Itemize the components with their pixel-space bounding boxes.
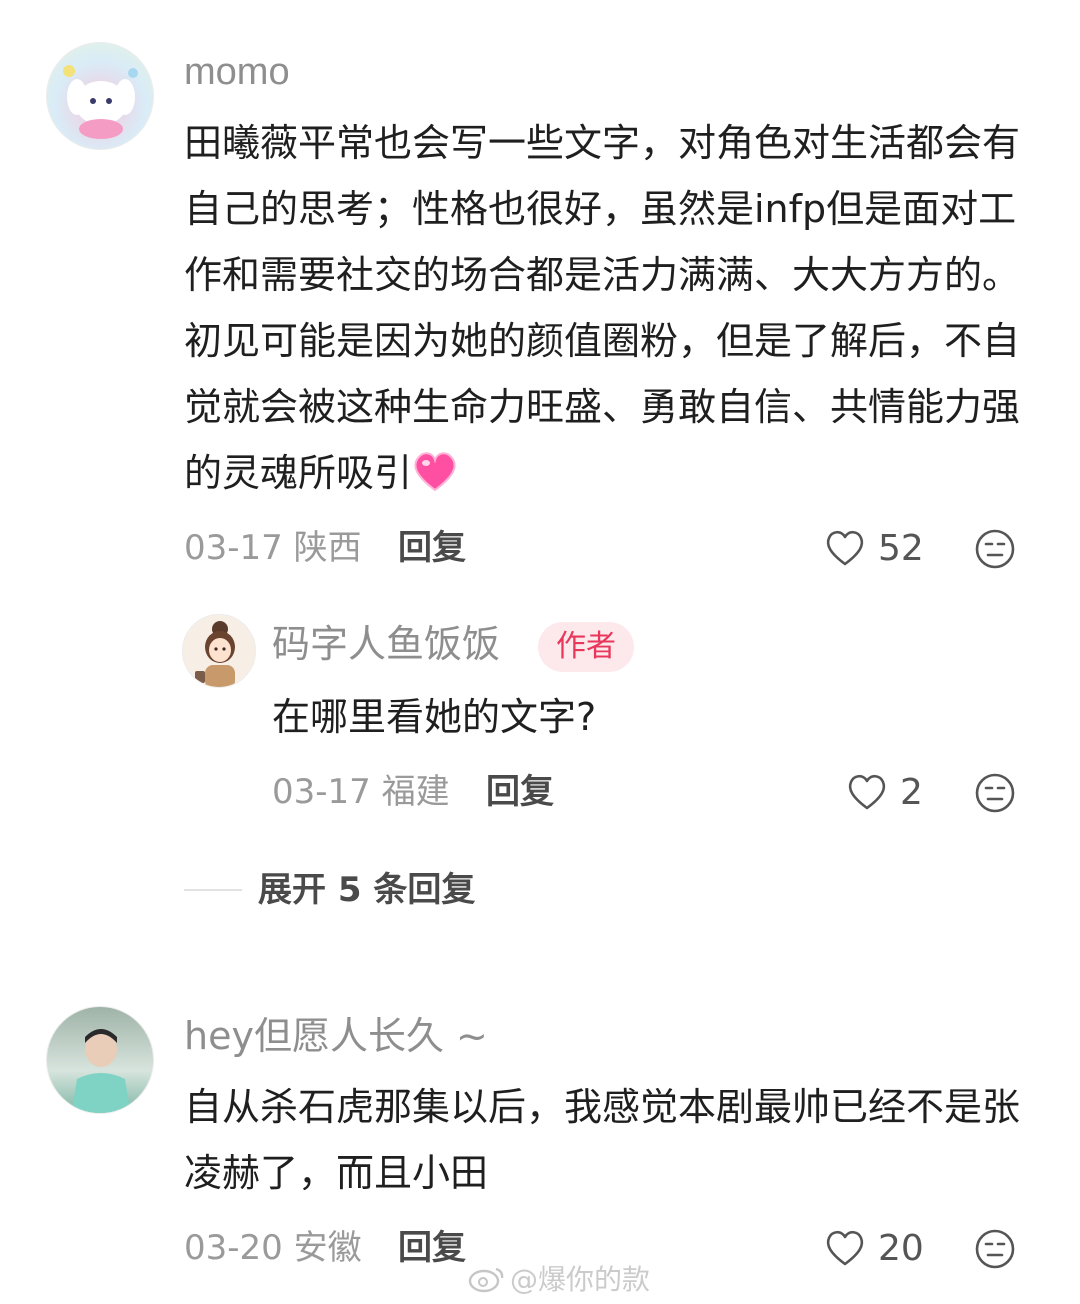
like-button[interactable]: 2 xyxy=(846,770,923,814)
dislike-face-icon[interactable] xyxy=(974,1228,1016,1270)
user-avatar[interactable] xyxy=(46,42,154,150)
like-count: 52 xyxy=(878,527,924,569)
reply-button[interactable]: 回复 xyxy=(398,526,466,570)
username[interactable]: hey但愿人长久 ~ xyxy=(184,1014,488,1058)
date-location: 03-17 福建 xyxy=(272,772,450,812)
username[interactable]: 码字人鱼饭饭 xyxy=(272,622,500,666)
comment-text: 在哪里看她的文字? xyxy=(272,695,597,739)
expand-replies-button[interactable]: 展开 5 条回复 xyxy=(258,868,475,912)
reply-button[interactable]: 回复 xyxy=(398,1226,466,1270)
cartoon-puppy-icon xyxy=(63,65,138,139)
heart-outline-icon xyxy=(826,1230,864,1266)
dislike-face-icon[interactable] xyxy=(974,772,1016,814)
date-location: 03-17 陕西 xyxy=(184,528,362,568)
reply-button[interactable]: 回复 xyxy=(486,770,554,814)
person-photo-icon xyxy=(71,1029,131,1113)
heart-outline-icon xyxy=(826,530,864,566)
pink-heart-icon xyxy=(414,452,456,492)
comment-text: 田曦薇平常也会写一些文字，对角色对生活都会有自己的思考；性格也很好，虽然是inf… xyxy=(184,110,1034,506)
watermark: @爆你的款 xyxy=(468,1258,650,1298)
like-count: 20 xyxy=(878,1227,924,1269)
author-badge: 作者 xyxy=(538,622,634,672)
weibo-logo-icon xyxy=(468,1267,504,1293)
date-location: 03-20 安徽 xyxy=(184,1228,362,1268)
comment-text-content: 田曦薇平常也会写一些文字，对角色对生活都会有自己的思考；性格也很好，虽然是inf… xyxy=(184,121,1021,495)
heart-outline-icon xyxy=(848,774,886,810)
user-avatar[interactable] xyxy=(182,614,256,688)
username[interactable]: momo xyxy=(184,50,290,94)
comment-text: 自从杀石虎那集以后，我感觉本剧最帅已经不是张凌赫了，而且小田 xyxy=(184,1085,1021,1195)
cartoon-girl-icon xyxy=(195,621,235,687)
like-count: 2 xyxy=(900,771,923,813)
user-avatar[interactable] xyxy=(46,1006,154,1114)
watermark-text: @爆你的款 xyxy=(510,1263,651,1296)
expand-divider xyxy=(184,889,242,891)
dislike-face-icon[interactable] xyxy=(974,528,1016,570)
like-button[interactable]: 20 xyxy=(824,1226,924,1270)
like-button[interactable]: 52 xyxy=(824,526,924,570)
